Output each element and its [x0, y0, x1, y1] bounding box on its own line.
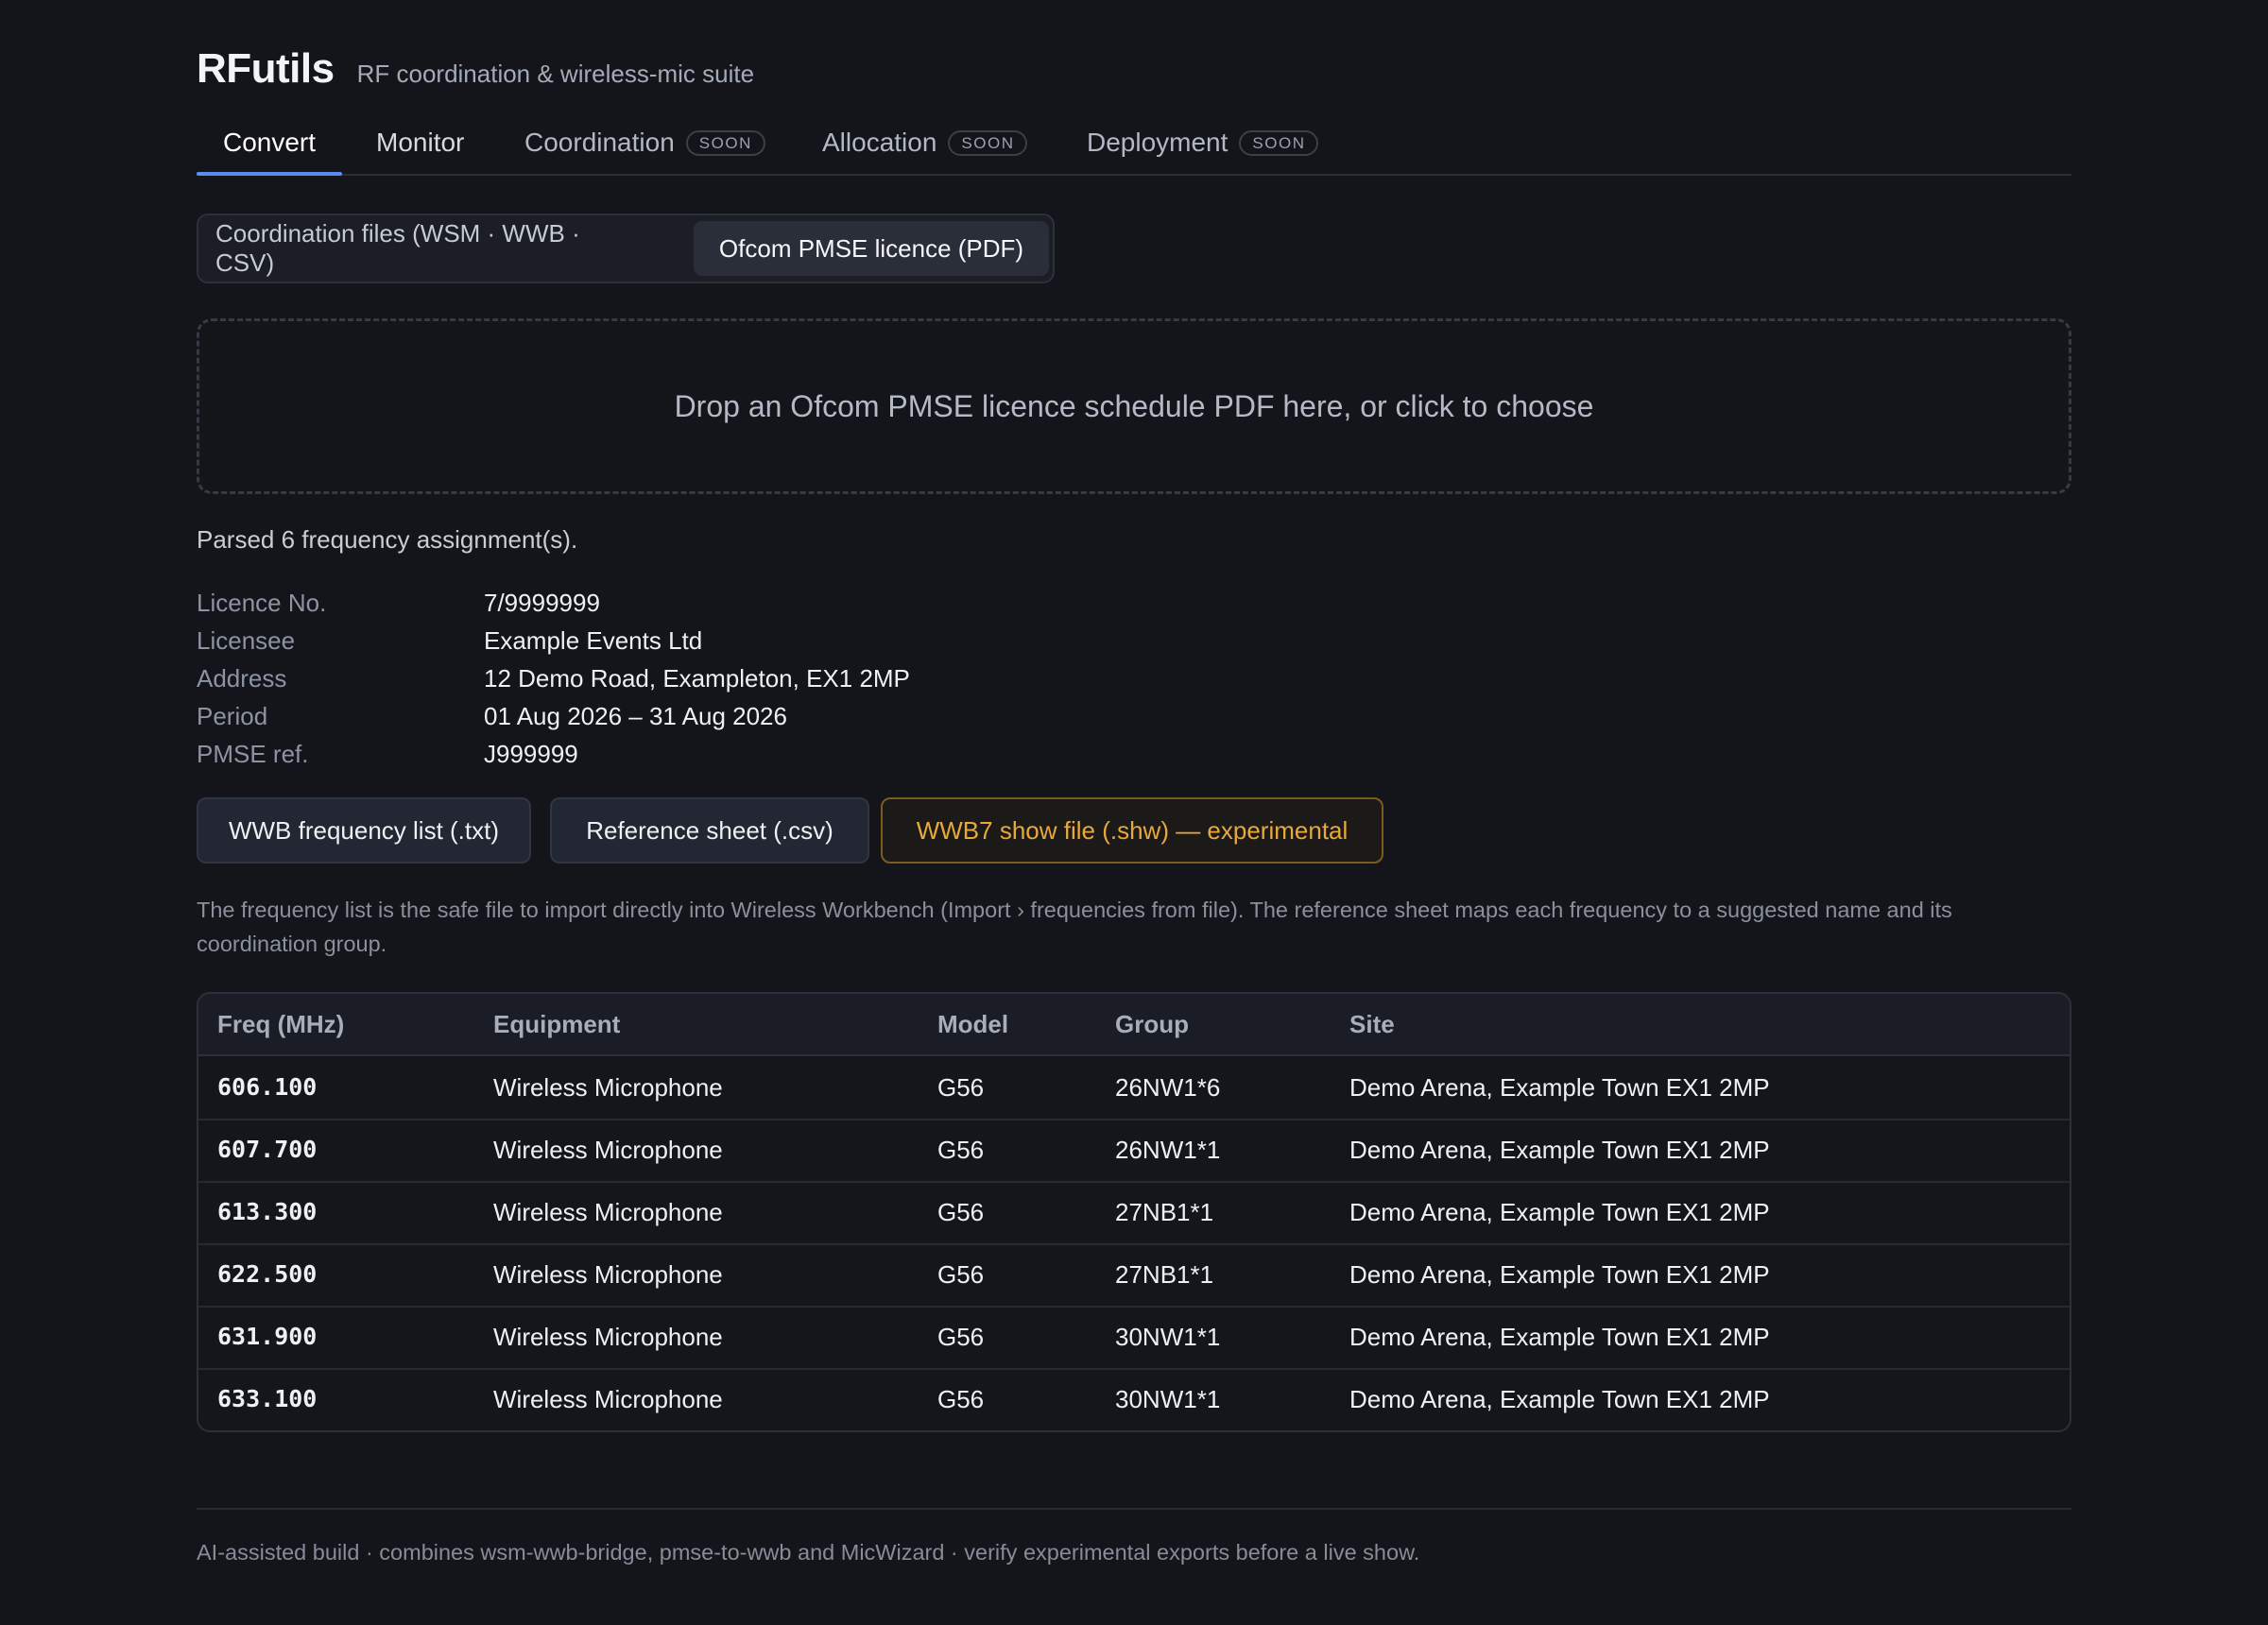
cell-group: 26NW1*6: [1115, 1073, 1221, 1102]
cell-model: G56: [937, 1260, 985, 1289]
cell-equipment: Wireless Microphone: [493, 1323, 723, 1351]
source-option-ofcom-pdf[interactable]: Ofcom PMSE licence (PDF): [694, 221, 1049, 276]
cell-group: 26NW1*1: [1115, 1136, 1221, 1164]
cell-site: Demo Arena, Example Town EX1 2MP: [1349, 1198, 1770, 1226]
tab-label: Convert: [222, 128, 317, 157]
cell-model: G56: [937, 1385, 985, 1413]
field-label: Address: [197, 664, 287, 693]
footer-divider: [197, 1508, 2071, 1510]
field-value: J999999: [484, 740, 578, 768]
field-value: 01 Aug 2026 – 31 Aug 2026: [484, 702, 787, 730]
soon-badge: SOON: [948, 129, 1028, 156]
tab-convert[interactable]: Convert: [197, 111, 342, 176]
column-header-equipment: Equipment: [493, 1010, 621, 1038]
cell-site: Demo Arena, Example Town EX1 2MP: [1349, 1385, 1770, 1413]
parse-status: Parsed 6 frequency assignment(s).: [197, 525, 578, 554]
field-value: 7/9999999: [484, 589, 600, 617]
field-value: Example Events Ltd: [484, 626, 703, 655]
cell-site: Demo Arena, Example Town EX1 2MP: [1349, 1136, 1770, 1164]
tab-deployment[interactable]: Deployment SOON: [1087, 111, 1319, 174]
tab-allocation[interactable]: Allocation SOON: [822, 111, 1028, 174]
field-label: PMSE ref.: [197, 740, 309, 768]
cell-freq: 633.100: [217, 1385, 318, 1412]
cell-model: G56: [937, 1323, 985, 1351]
export-reference-csv-button[interactable]: Reference sheet (.csv): [550, 797, 869, 864]
cell-model: G56: [937, 1073, 985, 1102]
cell-site: Demo Arena, Example Town EX1 2MP: [1349, 1323, 1770, 1351]
app-header: RFutils RF coordination & wireless-mic s…: [197, 45, 754, 93]
soon-badge: SOON: [685, 129, 765, 156]
dropzone-text: Drop an Ofcom PMSE licence schedule PDF …: [674, 388, 1594, 423]
tab-label: Coordination: [524, 128, 675, 157]
tab-monitor[interactable]: Monitor: [376, 111, 464, 174]
cell-equipment: Wireless Microphone: [493, 1073, 723, 1102]
soon-badge: SOON: [1239, 129, 1319, 156]
cell-group: 27NB1*1: [1115, 1198, 1214, 1226]
table-row: 622.500 Wireless Microphone G56 27NB1*1 …: [198, 1243, 2070, 1308]
tab-label: Monitor: [376, 128, 465, 157]
table-row: 633.100 Wireless Microphone G56 30NW1*1 …: [198, 1368, 2070, 1430]
cell-equipment: Wireless Microphone: [493, 1260, 723, 1289]
cell-site: Demo Arena, Example Town EX1 2MP: [1349, 1260, 1770, 1289]
column-header-model: Model: [937, 1010, 1009, 1038]
column-header-freq: Freq (MHz): [217, 1010, 345, 1038]
cell-group: 27NB1*1: [1115, 1260, 1214, 1289]
table-row: 631.900 Wireless Microphone G56 30NW1*1 …: [198, 1306, 2070, 1370]
cell-freq: 606.100: [217, 1073, 318, 1101]
cell-freq: 613.300: [217, 1198, 318, 1225]
table-row: 613.300 Wireless Microphone G56 27NB1*1 …: [198, 1181, 2070, 1245]
cell-equipment: Wireless Microphone: [493, 1136, 723, 1164]
footer-note: AI-assisted build · combines wsm-wwb-bri…: [197, 1540, 1420, 1565]
cell-freq: 622.500: [217, 1260, 318, 1288]
table-header: Freq (MHz) Equipment Model Group Site: [198, 994, 2070, 1056]
export-wwb7-shw-button[interactable]: WWB7 show file (.shw) — experimental: [881, 797, 1383, 864]
cell-group: 30NW1*1: [1115, 1385, 1221, 1413]
cell-equipment: Wireless Microphone: [493, 1198, 723, 1226]
app-tagline: RF coordination & wireless-mic suite: [356, 60, 755, 88]
table-row: 607.700 Wireless Microphone G56 26NW1*1 …: [198, 1119, 2070, 1183]
cell-model: G56: [937, 1198, 985, 1226]
column-header-site: Site: [1349, 1010, 1395, 1038]
app-name: RFutils: [197, 45, 335, 92]
pdf-dropzone[interactable]: Drop an Ofcom PMSE licence schedule PDF …: [197, 318, 2071, 494]
main-tabs: Convert Monitor Coordination SOON Alloca…: [197, 111, 2071, 176]
field-label: Licensee: [197, 626, 296, 655]
cell-model: G56: [937, 1136, 985, 1164]
column-header-group: Group: [1115, 1010, 1189, 1038]
source-toggle: Coordination files (WSM · WWB · CSV) Ofc…: [197, 214, 1055, 283]
field-label: Period: [197, 702, 268, 730]
tab-coordination[interactable]: Coordination SOON: [524, 111, 765, 174]
tab-label: Allocation: [822, 128, 937, 157]
tab-label: Deployment: [1087, 128, 1228, 157]
field-label: Licence No.: [197, 589, 327, 617]
table-row: 606.100 Wireless Microphone G56 26NW1*6 …: [198, 1056, 2070, 1120]
export-help-text: The frequency list is the safe file to i…: [197, 898, 1952, 956]
frequency-table: Freq (MHz) Equipment Model Group Site 60…: [197, 992, 2071, 1432]
export-wwb-txt-button[interactable]: WWB frequency list (.txt): [197, 797, 531, 864]
cell-equipment: Wireless Microphone: [493, 1385, 723, 1413]
cell-site: Demo Arena, Example Town EX1 2MP: [1349, 1073, 1770, 1102]
cell-group: 30NW1*1: [1115, 1323, 1221, 1351]
source-option-coordination-files[interactable]: Coordination files (WSM · WWB · CSV): [215, 219, 622, 277]
field-value: 12 Demo Road, Exampleton, EX1 2MP: [484, 664, 910, 693]
cell-freq: 631.900: [217, 1323, 318, 1350]
cell-freq: 607.700: [217, 1136, 318, 1163]
